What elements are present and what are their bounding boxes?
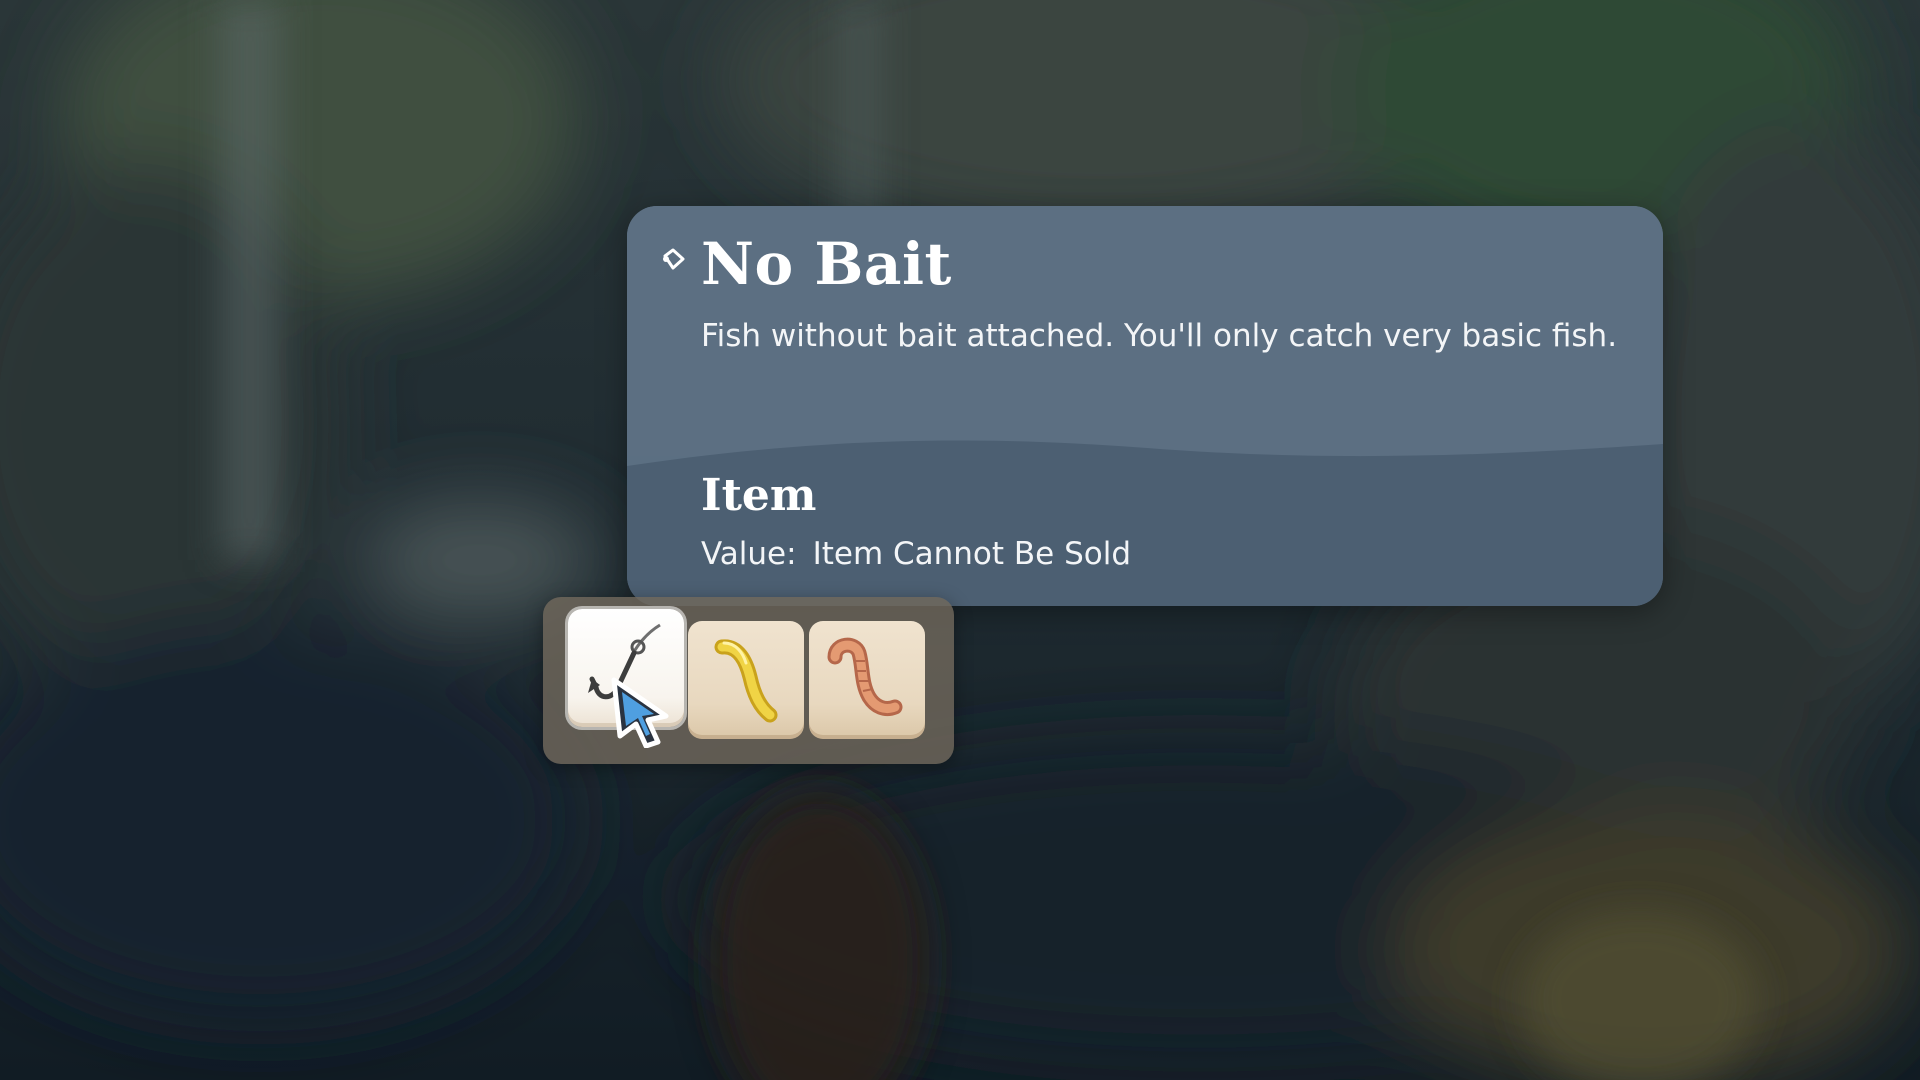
item-description: Fish without bait attached. You'll only … bbox=[701, 318, 1618, 354]
item-tooltip: No Bait Fish without bait attached. You'… bbox=[627, 206, 1663, 606]
yellow-worm-icon bbox=[714, 639, 778, 723]
item-value-row: Value: Item Cannot Be Sold bbox=[701, 536, 1131, 572]
bait-slot-yellow-worm[interactable] bbox=[688, 621, 804, 739]
bait-selection-bar bbox=[543, 597, 954, 764]
item-category: Item bbox=[701, 470, 817, 521]
bait-slot-pink-worm[interactable] bbox=[809, 621, 925, 739]
pink-worm-icon bbox=[827, 637, 903, 717]
game-scene: No Bait Fish without bait attached. You'… bbox=[0, 0, 1920, 1080]
pointer-cursor-icon bbox=[611, 677, 669, 748]
value-label: Value: bbox=[701, 536, 797, 572]
value-text: Item Cannot Be Sold bbox=[812, 536, 1132, 572]
item-title: No Bait bbox=[701, 230, 952, 298]
pin-icon bbox=[663, 248, 685, 270]
